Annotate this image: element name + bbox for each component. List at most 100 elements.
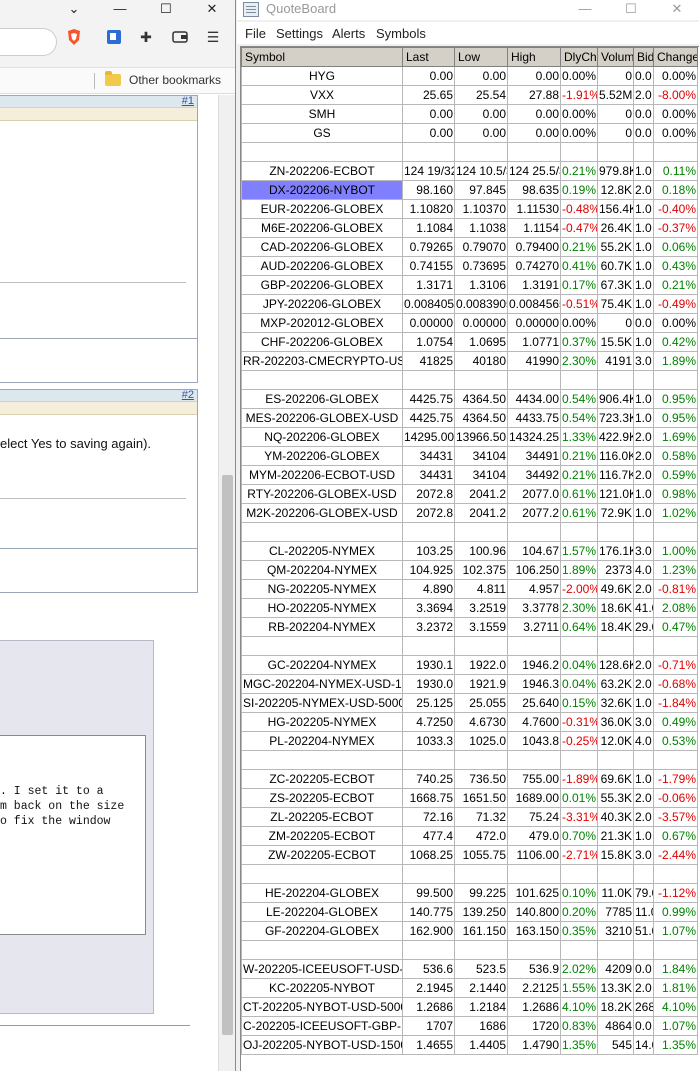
post-permalink[interactable]: #1: [182, 95, 194, 107]
quote-row[interactable]: ES-202206-GLOBEX 4425.75 4364.50 4434.00 0.5…: [241, 389, 698, 409]
dlychg-cell[interactable]: 1.33%: [560, 427, 598, 447]
volume-cell[interactable]: 60.7K: [597, 256, 634, 276]
high-cell[interactable]: 104.67: [507, 541, 561, 561]
dlychg-cell[interactable]: 0.35%: [560, 921, 598, 941]
high-cell[interactable]: 1106.00: [507, 845, 561, 865]
change-cell[interactable]: -0.81%: [653, 579, 698, 599]
high-cell[interactable]: 1946.2: [507, 655, 561, 675]
change-cell[interactable]: 1.07%: [653, 1016, 698, 1036]
chevron-down-icon[interactable]: ⌄: [52, 0, 96, 20]
dlychg-cell[interactable]: 0.64%: [560, 617, 598, 637]
change-cell[interactable]: 4.10%: [653, 997, 698, 1017]
symbol-cell[interactable]: EUR-202206-GLOBEX: [241, 199, 403, 219]
volume-cell[interactable]: 723.3K: [597, 408, 634, 428]
bid-cell[interactable]: 2.0: [633, 788, 654, 808]
extension-icon[interactable]: [105, 28, 123, 46]
quote-row[interactable]: JPY-202206-GLOBEX0.00840550.00839050.008…: [241, 294, 698, 314]
dlychg-cell[interactable]: 0.00%: [560, 123, 598, 143]
quote-row[interactable]: CL-202205-NYMEX 103.25 100.96 104.67 1.57% 17…: [241, 541, 698, 561]
last-cell[interactable]: 72.16: [402, 807, 455, 827]
last-cell[interactable]: 1.3171: [402, 275, 455, 295]
low-cell[interactable]: 161.150: [454, 921, 508, 941]
high-cell[interactable]: 479.0: [507, 826, 561, 846]
change-cell[interactable]: -1.84%: [653, 693, 698, 713]
low-cell[interactable]: 2041.2: [454, 503, 508, 523]
low-cell[interactable]: 1922.0: [454, 655, 508, 675]
low-cell[interactable]: 124 10.5/32: [454, 161, 508, 181]
dlychg-cell[interactable]: 0.61%: [560, 484, 598, 504]
volume-cell[interactable]: 0: [597, 123, 634, 143]
quote-row[interactable]: QM-202204-NYMEX 104.925 102.375 106.250 1.89…: [241, 560, 698, 580]
dlychg-cell[interactable]: 1.35%: [560, 1035, 598, 1055]
symbol-cell[interactable]: JPY-202206-GLOBEX: [241, 294, 403, 314]
quote-row[interactable]: GS 0.00 0.00 0.00 0.00% 0 0.0 0.00%: [241, 123, 698, 143]
bid-cell[interactable]: 0.0: [633, 104, 654, 124]
volume-cell[interactable]: 979.8K: [597, 161, 634, 181]
change-cell[interactable]: 0.99%: [653, 902, 698, 922]
symbol-cell[interactable]: ZM-202205-ECBOT: [241, 826, 403, 846]
bid-cell[interactable]: 1.0: [633, 256, 654, 276]
change-cell[interactable]: -0.71%: [653, 655, 698, 675]
change-cell[interactable]: -3.57%: [653, 807, 698, 827]
quote-row[interactable]: CT-202205-NYBOT-USD-50000 1.2686 1.2184 1.2…: [241, 997, 698, 1017]
symbol-cell[interactable]: YM-202206-GLOBEX: [241, 446, 403, 466]
volume-cell[interactable]: 4209: [597, 959, 634, 979]
dlychg-cell[interactable]: 0.21%: [560, 465, 598, 485]
quote-row[interactable]: EUR-202206-GLOBEX 1.10820 1.10370 1.11530 -0…: [241, 199, 698, 219]
bid-cell[interactable]: 3.0: [633, 845, 654, 865]
volume-cell[interactable]: 545: [597, 1035, 634, 1055]
volume-cell[interactable]: 0: [597, 313, 634, 333]
high-cell[interactable]: 0.00: [507, 123, 561, 143]
dlychg-cell[interactable]: -0.51%: [560, 294, 598, 314]
change-cell[interactable]: 1.07%: [653, 921, 698, 941]
dlychg-cell[interactable]: 0.20%: [560, 902, 598, 922]
dlychg-cell[interactable]: 2.02%: [560, 959, 598, 979]
dlychg-cell[interactable]: 0.01%: [560, 788, 598, 808]
quote-row[interactable]: VXX 25.65 25.54 27.88 -1.91% 5.52M 2.0 -8.00%: [241, 85, 698, 105]
low-cell[interactable]: 100.96: [454, 541, 508, 561]
volume-cell[interactable]: 0: [597, 104, 634, 124]
change-cell[interactable]: 0.49%: [653, 712, 698, 732]
high-cell[interactable]: 3.2711: [507, 617, 561, 637]
column-header-low[interactable]: Low: [454, 47, 508, 67]
bid-cell[interactable]: 1.0: [633, 826, 654, 846]
last-cell[interactable]: 2072.8: [402, 503, 455, 523]
dlychg-cell[interactable]: 0.17%: [560, 275, 598, 295]
quote-row[interactable]: AUD-202206-GLOBEX 0.74155 0.73695 0.74270 0.…: [241, 256, 698, 276]
bid-cell[interactable]: 1.0: [633, 199, 654, 219]
quote-row[interactable]: M6E-202206-GLOBEX 1.1084 1.1038 1.1154 -0.47…: [241, 218, 698, 238]
high-cell[interactable]: 101.625: [507, 883, 561, 903]
high-cell[interactable]: 75.24: [507, 807, 561, 827]
last-cell[interactable]: 477.4: [402, 826, 455, 846]
low-cell[interactable]: 0.79070: [454, 237, 508, 257]
high-cell[interactable]: 0.00000: [507, 313, 561, 333]
volume-cell[interactable]: 18.2K: [597, 997, 634, 1017]
high-cell[interactable]: 1.0771: [507, 332, 561, 352]
symbol-cell[interactable]: HG-202205-NYMEX: [241, 712, 403, 732]
last-cell[interactable]: 34431: [402, 465, 455, 485]
low-cell[interactable]: 1.10370: [454, 199, 508, 219]
bid-cell[interactable]: 0.0: [633, 123, 654, 143]
change-cell[interactable]: 0.98%: [653, 484, 698, 504]
bid-cell[interactable]: 1.0: [633, 161, 654, 181]
volume-cell[interactable]: 422.9K: [597, 427, 634, 447]
quote-row[interactable]: SMH 0.00 0.00 0.00 0.00% 0 0.0 0.00%: [241, 104, 698, 124]
dlychg-cell[interactable]: -1.91%: [560, 85, 598, 105]
dlychg-cell[interactable]: 0.54%: [560, 389, 598, 409]
dlychg-cell[interactable]: 0.21%: [560, 446, 598, 466]
menu-symbols[interactable]: Symbols: [376, 26, 426, 41]
symbol-cell[interactable]: GC-202204-NYMEX: [241, 655, 403, 675]
change-cell[interactable]: 1.02%: [653, 503, 698, 523]
last-cell[interactable]: 4.7250: [402, 712, 455, 732]
maximize-icon[interactable]: ☐: [609, 0, 653, 20]
low-cell[interactable]: 523.5: [454, 959, 508, 979]
change-cell[interactable]: 0.67%: [653, 826, 698, 846]
change-cell[interactable]: 0.95%: [653, 408, 698, 428]
low-cell[interactable]: 0.00: [454, 66, 508, 86]
volume-cell[interactable]: 36.0K: [597, 712, 634, 732]
quote-row[interactable]: KC-202205-NYBOT 2.1945 2.1440 2.2125 1.55% 13…: [241, 978, 698, 998]
change-cell[interactable]: 0.21%: [653, 275, 698, 295]
high-cell[interactable]: 4434.00: [507, 389, 561, 409]
low-cell[interactable]: 139.250: [454, 902, 508, 922]
change-cell[interactable]: 0.00%: [653, 123, 698, 143]
